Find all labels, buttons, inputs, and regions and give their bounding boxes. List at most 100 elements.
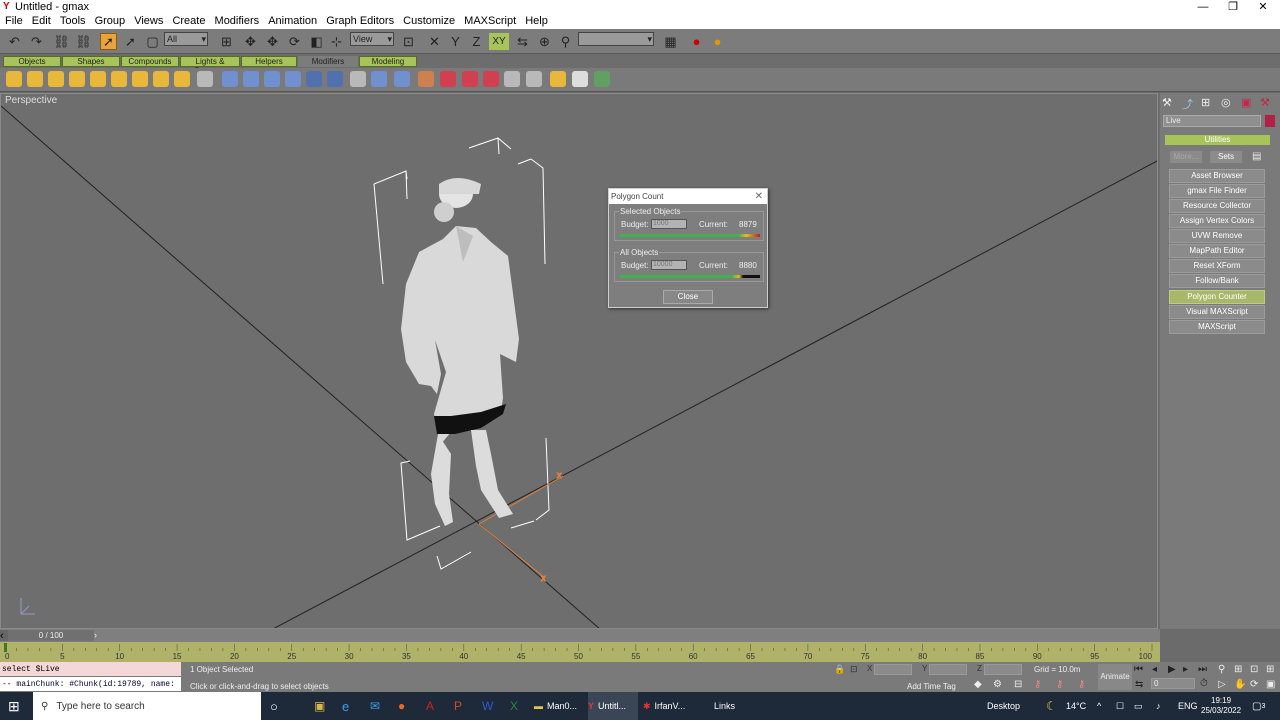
unlink-icon[interactable]: ⛓ [75,33,92,50]
next-frame-icon[interactable]: ▸ [1183,664,1188,675]
material-editor-icon[interactable]: ● [688,33,705,50]
menu-views[interactable]: Views [134,14,163,27]
store-icon[interactable]: ▣ [314,692,325,720]
tab-helpers[interactable]: Helpers [241,56,297,67]
mesh-smooth-icon[interactable] [462,71,478,87]
redo-icon[interactable]: ↷ [28,33,45,50]
menu-modifiers[interactable]: Modifiers [215,14,260,27]
skin-icon[interactable] [394,71,410,87]
motion-panel-icon[interactable]: ◎ [1221,96,1231,109]
box-icon[interactable] [6,71,22,87]
arc-rotate-icon[interactable]: ⟳ [1250,679,1258,690]
twist-modifier-icon[interactable] [243,71,259,87]
key-mode-toggle-icon[interactable]: ⇆ [1135,679,1143,690]
tab-modifiers[interactable]: Modifiers [298,56,358,67]
display-icon[interactable] [550,71,566,87]
utilities-icon[interactable] [594,71,610,87]
utility-assign-vertex-colors[interactable]: Assign Vertex Colors [1169,214,1265,228]
language-indicator[interactable]: ENG [1178,692,1198,720]
desktop-toolbar[interactable]: Desktop [987,692,1020,720]
scale-icon[interactable]: ⟳ [286,33,303,50]
select-move-icon[interactable]: ⊞ [218,33,235,50]
hierarchy-panel-icon[interactable]: ⊞ [1201,96,1210,109]
noise-modifier-icon[interactable] [264,71,280,87]
battery-icon[interactable]: ▭ [1134,692,1143,720]
y-coord-field[interactable] [929,664,967,675]
pivot-icon[interactable]: ⊹ [328,33,345,50]
stretch-modifier-icon[interactable] [285,71,301,87]
powerpoint-icon[interactable]: P [454,692,462,720]
menu-graph-editors[interactable]: Graph Editors [326,14,394,27]
pivot-center-icon[interactable]: ⊡ [400,33,417,50]
notification-icon[interactable]: ▢ 3 [1252,692,1265,720]
firefox-icon[interactable]: ● [398,692,405,720]
absolute-mode-icon[interactable]: ⊡ [850,664,858,675]
utility-uvw-remove[interactable]: UVW Remove [1169,229,1265,243]
menu-customize[interactable]: Customize [403,14,455,27]
time-slider-prev[interactable]: ‹ [0,630,8,642]
tube-icon[interactable] [90,71,106,87]
edge-icon[interactable]: e [342,692,349,720]
zoom-icon[interactable]: ⚲ [1218,664,1225,675]
configure-sets-icon[interactable]: ▤ [1252,151,1261,162]
taper-modifier-icon[interactable] [222,71,238,87]
tab-shapes[interactable]: Shapes [62,56,120,67]
optimize-icon[interactable] [483,71,499,87]
menu-file[interactable]: File [5,14,23,27]
pan-icon[interactable]: ✋ [1234,679,1246,690]
uvw-map-icon[interactable] [371,71,387,87]
tab-objects[interactable]: Objects [3,56,61,67]
align-icon[interactable]: ⊕ [536,33,553,50]
timeline-current-marker[interactable] [4,643,7,652]
taskbar-app-explorer[interactable]: ▬ Man0... [534,692,584,720]
add-time-tag[interactable]: Add Time Tag [907,682,956,691]
edit-mesh-icon[interactable] [350,71,366,87]
mesh-select-icon[interactable] [327,71,343,87]
prev-frame-icon[interactable]: ◂ [1152,664,1157,675]
mail-icon[interactable]: ✉ [370,692,380,720]
go-to-end-icon[interactable]: ⏭ [1198,664,1207,675]
tray-chevron-icon[interactable]: ^ [1097,692,1101,720]
close-button[interactable]: ✕ [1248,0,1278,14]
filters-icon[interactable]: ⊟ [1014,679,1022,690]
hierarchy-icon[interactable] [526,71,542,87]
region-select-icon[interactable]: ▢ [144,33,161,50]
selection-filter-dropdown[interactable]: All [164,32,208,46]
minimize-button[interactable]: — [1188,0,1218,14]
tab-lights-cameras[interactable]: Lights & Cameras [180,56,240,75]
field-of-view-icon[interactable]: ▷ [1218,679,1226,690]
menu-group[interactable]: Group [95,14,126,27]
restrict-x-icon[interactable]: ✕ [426,33,443,50]
volume-icon[interactable]: ♪ [1156,692,1161,720]
min-max-toggle-icon[interactable]: ▣ [1266,679,1275,690]
mirror-icon[interactable]: ⇆ [514,33,531,50]
tab-compounds[interactable]: Compounds [121,56,179,67]
excel-icon[interactable]: X [510,692,518,720]
maxscript-listener-output[interactable]: -- mainChunk: #Chunk(id:19789, name: [0,677,181,691]
utility-follow-bank[interactable]: Follow/Bank [1169,274,1265,288]
utility-maxscript[interactable]: MAXScript [1169,320,1265,334]
extrude-icon[interactable] [418,71,434,87]
set-key-icon[interactable]: ⚙ [993,679,1002,690]
squash-icon[interactable]: ◧ [308,33,325,50]
plane-icon[interactable] [174,71,190,87]
z-coord-field[interactable] [984,664,1022,675]
select-by-name-icon[interactable]: ➚ [122,33,139,50]
timeline-ruler[interactable]: 0 5 10 15 20 25 30 35 40 45 50 55 60 65 70 75 80 85 90 95 10… [0,642,1160,662]
menu-edit[interactable]: Edit [32,14,51,27]
maxscript-listener-input[interactable]: select $Live [0,662,181,676]
modify-panel-icon[interactable]: ⤴ [1182,96,1193,112]
utility-reset-xform[interactable]: Reset XForm [1169,259,1265,273]
utilities-rollout-header[interactable]: Utilities [1165,135,1270,145]
restrict-y-icon[interactable]: Y [447,33,464,50]
perspective-viewport[interactable]: Perspective x x [0,93,1158,629]
restrict-plane-button[interactable]: XY [489,33,509,50]
sphere-icon[interactable] [48,71,64,87]
clock[interactable]: 19:19 25/03/2022 [1201,692,1241,720]
go-to-start-icon[interactable]: ⏮ [1134,664,1143,675]
more-button[interactable]: More... [1170,151,1202,163]
undo-icon[interactable]: ↶ [6,33,23,50]
display-panel-icon[interactable]: ▣ [1241,96,1251,109]
move-icon[interactable]: ✥ [242,33,259,50]
torus-icon[interactable] [111,71,127,87]
